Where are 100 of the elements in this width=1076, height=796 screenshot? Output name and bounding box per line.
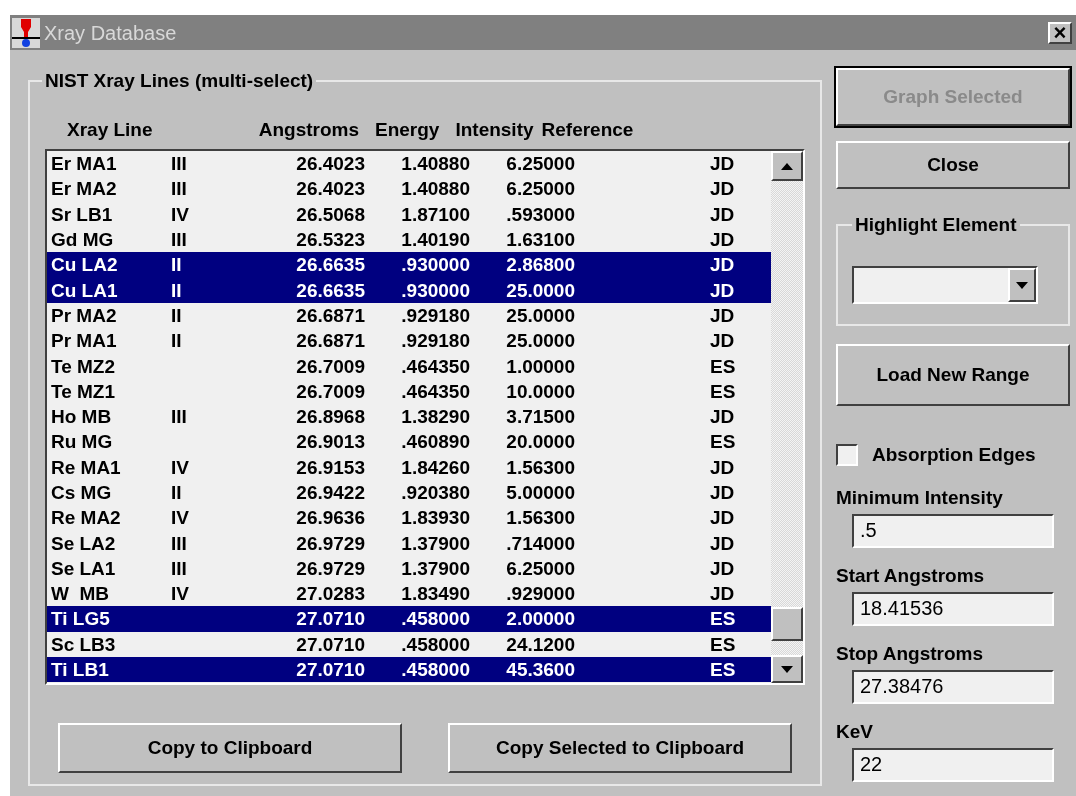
intensity-cell: 2.00000 — [506, 608, 575, 630]
energy-cell: .458000 — [401, 633, 470, 655]
intensity-cell: 24.1200 — [506, 633, 575, 655]
level-text: III — [171, 178, 187, 200]
reference-cell: JD — [710, 279, 735, 301]
reference-cell: JD — [710, 304, 735, 326]
scroll-down-icon[interactable] — [771, 655, 803, 683]
energy-cell: .929180 — [401, 304, 470, 326]
angstroms-cell: 26.8968 — [296, 406, 365, 428]
field-label: Start Angstroms — [836, 563, 986, 588]
reference-cell: JD — [710, 456, 735, 478]
close-button[interactable]: × — [1048, 21, 1072, 44]
line-name: Er MA2 — [51, 179, 118, 199]
input-field[interactable]: 22 — [852, 747, 1054, 782]
reference-cell: JD — [710, 229, 735, 251]
input-field[interactable]: 27.38476 — [852, 669, 1054, 704]
list-row[interactable]: Re MA2 IV 26.9636 1.83930 1.56300 JD — [47, 505, 771, 531]
line-name: W MB — [51, 584, 111, 604]
level-text: IV — [171, 507, 189, 529]
list-row[interactable]: Sc LB3 27.0710 .458000 24.1200 ES — [47, 631, 771, 657]
reference-cell: JD — [710, 254, 735, 276]
energy-cell: 1.87100 — [401, 203, 470, 225]
intensity-cell: .929000 — [506, 583, 575, 605]
list-row[interactable]: Te MZ2 26.7009 .464350 1.00000 ES — [47, 353, 771, 379]
scrollbar[interactable] — [771, 151, 803, 683]
list-row[interactable]: Se LA1 III 26.9729 1.37900 6.25000 JD — [47, 555, 771, 582]
level-text: II — [171, 254, 182, 276]
list-row[interactable]: Cs MG II 26.9422 .920380 5.00000 JD — [47, 479, 771, 506]
level-text: III — [171, 406, 187, 428]
list-row[interactable]: Re MA1 IV 26.9153 1.84260 1.56300 JD — [47, 454, 771, 480]
line-name: Cu LA1 — [51, 280, 119, 300]
angstroms-cell: 26.9729 — [296, 532, 365, 554]
intensity-cell: 6.25000 — [506, 557, 575, 579]
reference-cell: ES — [710, 633, 736, 655]
list-row[interactable]: Ru MG 26.9013 .460890 20.0000 ES — [47, 429, 771, 455]
line-name: Cu LA2 — [51, 255, 119, 275]
energy-cell: 1.40880 — [401, 153, 470, 175]
line-name: Te MZ1 — [51, 381, 117, 401]
line-name: Pr MA1 — [51, 331, 118, 351]
list-row[interactable]: Er MA2 III 26.4023 1.40880 6.25000 JD — [47, 176, 771, 202]
column-header: Angstroms — [257, 117, 359, 142]
list-row[interactable]: Cu LA1 II 26.6635 .930000 25.0000 JD — [47, 277, 771, 303]
angstroms-cell: 27.0283 — [296, 583, 365, 605]
level-text: III — [171, 557, 187, 579]
list-row[interactable]: W MB IV 27.0283 1.83490 .929000 JD — [47, 581, 771, 607]
list-row[interactable]: Sr LB1 IV 26.5068 1.87100 .593000 JD — [47, 201, 771, 227]
input-field[interactable]: 18.41536 — [852, 591, 1054, 626]
list-row[interactable]: Gd MG III 26.5323 1.40190 1.63100 JD — [47, 226, 771, 253]
list-row[interactable]: Er MA1 III 26.4023 1.40880 6.25000 JD — [47, 151, 771, 177]
side-button[interactable]: Load New Range — [836, 344, 1070, 406]
reference-cell: JD — [710, 153, 735, 175]
scroll-up-icon[interactable] — [771, 151, 803, 181]
intensity-cell: .714000 — [506, 532, 575, 554]
input-field[interactable]: .5 — [852, 513, 1054, 548]
intensity-cell: 25.0000 — [506, 330, 575, 352]
copy-button[interactable]: Copy to Clipboard — [58, 723, 402, 773]
energy-cell: 1.40190 — [401, 229, 470, 251]
list-row[interactable]: Se LA2 III 26.9729 1.37900 .714000 JD — [47, 530, 771, 556]
reference-cell: JD — [710, 507, 735, 529]
intensity-cell: 1.56300 — [506, 456, 575, 478]
energy-cell: .458000 — [401, 608, 470, 630]
app-icon — [12, 17, 40, 48]
reference-cell: JD — [710, 330, 735, 352]
energy-cell: 1.83930 — [401, 507, 470, 529]
level-text: IV — [171, 203, 189, 225]
field-label: Stop Angstroms — [836, 641, 985, 666]
window-title: Xray Database — [44, 20, 178, 46]
list-row[interactable]: Pr MA1 II 26.6871 .929180 25.0000 JD — [47, 328, 771, 354]
energy-cell: .920380 — [401, 482, 470, 503]
list-row[interactable]: Cu LA2 II 26.6635 .930000 2.86800 JD — [47, 252, 771, 278]
list-row[interactable]: Ho MB III 26.8968 1.38290 3.71500 JD — [47, 403, 771, 430]
list-row[interactable]: Ti LB1 27.0710 .458000 45.3600 ES — [47, 656, 771, 683]
angstroms-cell: 26.9422 — [296, 482, 365, 503]
energy-cell: .464350 — [401, 355, 470, 377]
copy-button[interactable]: Copy Selected to Clipboard — [448, 723, 792, 773]
energy-cell: .930000 — [401, 279, 470, 301]
list-row[interactable]: Te MZ1 26.7009 .464350 10.0000 ES — [47, 378, 771, 404]
line-name: Ru MG — [51, 432, 114, 452]
angstroms-cell: 26.4023 — [296, 178, 365, 200]
side-button[interactable]: Close — [836, 141, 1070, 189]
line-name: Gd MG — [51, 230, 115, 250]
angstroms-cell: 27.0710 — [296, 633, 365, 655]
intensity-cell: 6.25000 — [506, 178, 575, 200]
angstroms-cell: 26.7009 — [296, 380, 365, 402]
list-row[interactable]: Ti LG5 27.0710 .458000 2.00000 ES — [47, 606, 771, 632]
angstroms-cell: 26.9636 — [296, 507, 365, 529]
column-header: Xray Line — [67, 117, 154, 142]
reference-cell: ES — [710, 659, 736, 681]
level-text: III — [171, 229, 187, 251]
angstroms-cell: 26.5068 — [296, 203, 365, 225]
intensity-cell: .593000 — [506, 203, 575, 225]
angstroms-cell: 26.9153 — [296, 456, 365, 478]
scroll-thumb[interactable] — [771, 607, 803, 641]
intensity-cell: 6.25000 — [506, 153, 575, 175]
field-label: KeV — [836, 719, 874, 744]
absorption-checkbox[interactable]: Absorption Edges — [836, 441, 1070, 470]
reference-cell: JD — [710, 178, 735, 200]
element-dropdown[interactable] — [852, 266, 1038, 304]
list-row[interactable]: Pr MA2 II 26.6871 .929180 25.0000 JD — [47, 302, 771, 329]
field-label: Minimum Intensity — [836, 485, 1004, 510]
